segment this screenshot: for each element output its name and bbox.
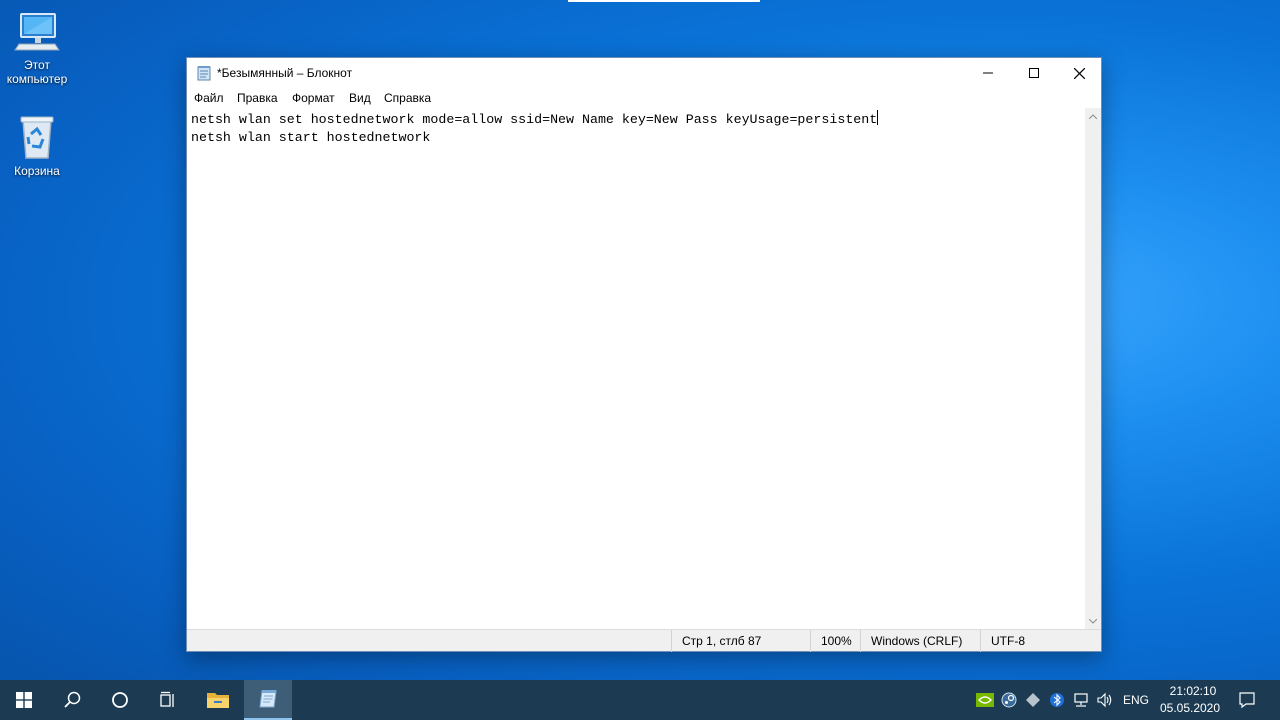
search-icon: [64, 691, 81, 708]
editor-line-text: netsh wlan set hostednetwork mode=allow …: [191, 112, 878, 127]
cortana-icon: [112, 692, 128, 708]
task-view-icon: [160, 691, 174, 707]
bluetooth-icon: [1050, 693, 1064, 707]
start-button[interactable]: [0, 680, 48, 720]
close-button[interactable]: [1056, 58, 1102, 88]
menu-file[interactable]: Файл: [194, 91, 224, 105]
nvidia-icon: [976, 693, 994, 707]
status-bar: Стр 1, стлб 87 100% Windows (CRLF) UTF-8: [187, 629, 1101, 652]
status-encoding: UTF-8: [980, 630, 1101, 652]
minimize-button[interactable]: [965, 58, 1011, 88]
speaker-icon: [1097, 692, 1112, 708]
text-caret: [877, 110, 879, 125]
status-cursor-position: Стр 1, стлб 87: [671, 630, 810, 652]
notifications-button[interactable]: [1238, 691, 1256, 709]
top-edge-strip: [568, 0, 760, 2]
computer-icon: [14, 13, 60, 51]
editor-line: netsh wlan start hostednetwork: [191, 129, 1081, 147]
minimize-icon: [983, 72, 993, 74]
windows-start-icon: [16, 692, 32, 708]
chevron-down-icon: [1089, 618, 1097, 624]
nvidia-tray-icon[interactable]: [976, 691, 994, 709]
notepad-taskbar-button[interactable]: [244, 680, 292, 720]
clock-time[interactable]: 21:02:10: [1158, 684, 1228, 698]
notification-icon: [1239, 692, 1255, 709]
file-explorer-button[interactable]: [194, 680, 242, 720]
search-button[interactable]: [48, 680, 96, 720]
text-editor[interactable]: netsh wlan set hostednetwork mode=allow …: [187, 108, 1085, 629]
steam-tray-icon[interactable]: [1000, 691, 1018, 709]
scroll-up-button[interactable]: [1085, 108, 1101, 124]
volume-tray-icon[interactable]: [1096, 691, 1114, 709]
notepad-icon: [197, 66, 211, 81]
desktop-icon-label: Этот компьютер: [6, 58, 68, 86]
window-title: *Безымянный – Блокнот: [217, 66, 353, 80]
desktop-icon-label: Корзина: [14, 164, 60, 178]
menu-bar: Файл Правка Формат Вид Справка: [187, 88, 1101, 108]
cortana-button[interactable]: [96, 680, 144, 720]
file-explorer-icon: [207, 693, 229, 708]
menu-edit[interactable]: Правка: [237, 91, 278, 105]
chevron-up-icon: [1089, 113, 1097, 119]
close-icon: [1073, 67, 1085, 79]
maximize-icon: [1029, 68, 1039, 78]
notepad-window: *Безымянный – Блокнот Файл Правка Формат…: [186, 57, 1102, 652]
status-line-ending: Windows (CRLF): [860, 630, 980, 652]
network-icon: [1074, 693, 1088, 707]
input-language[interactable]: ENG: [1123, 693, 1149, 707]
status-zoom: 100%: [810, 630, 860, 652]
menu-help[interactable]: Справка: [384, 91, 431, 105]
editor-line: netsh wlan set hostednetwork mode=allow …: [191, 110, 1081, 129]
desktop-icon-this-pc[interactable]: Этот компьютер: [0, 10, 74, 86]
title-bar[interactable]: *Безымянный – Блокнот: [187, 58, 1101, 88]
scroll-down-button[interactable]: [1085, 613, 1101, 629]
vertical-scrollbar[interactable]: [1085, 108, 1101, 629]
steam-icon: [1001, 692, 1017, 708]
diamond-tray-icon[interactable]: [1024, 691, 1042, 709]
task-view-button[interactable]: [144, 680, 192, 720]
menu-view[interactable]: Вид: [349, 91, 371, 105]
notepad-icon: [259, 690, 277, 708]
desktop-icon-recycle-bin[interactable]: Корзина: [0, 114, 74, 178]
maximize-button[interactable]: [1011, 58, 1057, 88]
diamond-icon: [1026, 693, 1040, 707]
network-tray-icon[interactable]: [1072, 691, 1090, 709]
menu-format[interactable]: Формат: [292, 91, 335, 105]
editor-line-text: netsh wlan start hostednetwork: [191, 130, 431, 145]
taskbar: ENG 21:02:10 05.05.2020: [0, 680, 1280, 720]
bluetooth-tray-icon[interactable]: [1048, 691, 1066, 709]
clock-date[interactable]: 05.05.2020: [1152, 701, 1228, 715]
recycle-bin-icon: [20, 116, 54, 159]
